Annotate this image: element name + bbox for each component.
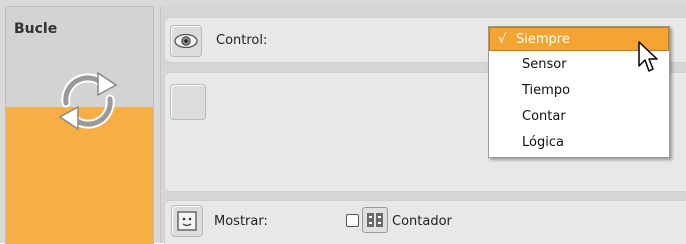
loop-block-config-panel: Bucle Control: Mostrar: Contador √ Siemp… <box>0 0 686 244</box>
block-title: Bucle <box>14 21 58 37</box>
show-display-button[interactable] <box>171 205 203 237</box>
control-label: Control: <box>216 33 268 48</box>
dropdown-option-label: Tiempo <box>522 83 571 98</box>
show-label: Mostrar: <box>214 214 268 229</box>
loop-arrows-icon <box>58 71 118 131</box>
mouse-pointer-icon <box>638 41 658 72</box>
counter-icon <box>362 207 388 233</box>
dropdown-option-label: Sensor <box>522 57 567 72</box>
control-eye-button[interactable] <box>170 25 202 57</box>
block-summary-panel: Bucle <box>5 6 154 244</box>
dropdown-option-label: Lógica <box>522 135 564 150</box>
dropdown-option-logica[interactable]: Lógica <box>489 131 669 155</box>
face-icon <box>177 211 197 231</box>
dropdown-option-contar[interactable]: Contar <box>489 105 669 129</box>
dropdown-option-label: Contar <box>522 109 566 124</box>
counter-label: Contador <box>392 214 452 229</box>
checkmark-icon: √ <box>498 32 507 47</box>
dropdown-option-tiempo[interactable]: Tiempo <box>489 79 669 103</box>
dropdown-option-label: Siempre <box>516 32 570 47</box>
empty-parameter-slot <box>170 84 206 120</box>
counter-checkbox[interactable] <box>346 214 359 227</box>
eye-icon <box>174 33 198 49</box>
